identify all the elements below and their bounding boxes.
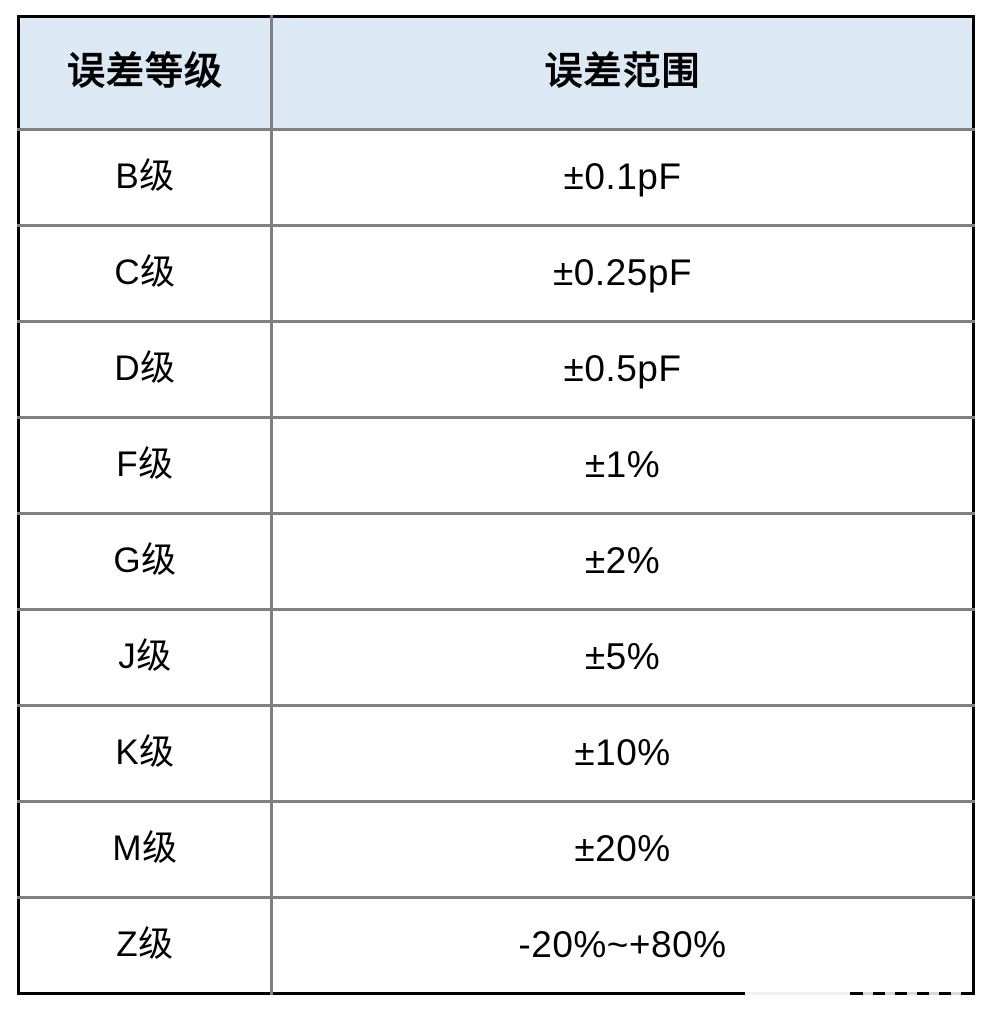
cell-range: ±10% <box>271 705 974 803</box>
header-cell-range: 误差范围 <box>271 16 974 131</box>
cell-range: -20%~+80% <box>518 924 727 966</box>
cell-range: ±0.5pF <box>271 321 974 419</box>
cell-grade: C级 <box>18 225 273 323</box>
cell-range: ±0.1pF <box>271 129 974 227</box>
cell-range: ±5% <box>271 609 974 707</box>
header-row: 误差等级 误差范围 <box>18 16 974 131</box>
table-row: Z级 -20%~+80% <box>18 897 974 994</box>
cell-range: ±0.25pF <box>271 225 974 323</box>
cell-grade: F级 <box>18 417 273 515</box>
table-header: 误差等级 误差范围 <box>18 16 974 131</box>
table-row: D级 ±0.5pF <box>18 321 974 419</box>
table-row: J级 ±5% <box>18 609 974 707</box>
cell-grade: M级 <box>18 801 273 899</box>
table-body: B级 ±0.1pF C级 ±0.25pF D级 ±0.5pF F级 ±1% G级… <box>18 129 974 994</box>
table-row: B级 ±0.1pF <box>18 129 974 227</box>
cell-grade: D级 <box>18 321 273 419</box>
header-cell-grade: 误差等级 <box>18 16 273 131</box>
cell-grade: K级 <box>18 705 273 803</box>
cell-range: ±1% <box>271 417 974 515</box>
table-row: K级 ±10% <box>18 705 974 803</box>
cell-grade: Z级 <box>18 897 273 994</box>
table-row: M级 ±20% <box>18 801 974 899</box>
cell-grade: J级 <box>18 609 273 707</box>
cell-range: ±20% <box>271 801 974 899</box>
tolerance-table: 误差等级 误差范围 B级 ±0.1pF C级 ±0.25pF D级 ±0.5pF… <box>17 15 975 995</box>
table-row: F级 ±1% <box>18 417 974 515</box>
page-root: 误差等级 误差范围 B级 ±0.1pF C级 ±0.25pF D级 ±0.5pF… <box>0 0 988 1010</box>
cell-range: ±2% <box>271 513 974 611</box>
table-row: C级 ±0.25pF <box>18 225 974 323</box>
cell-grade: B级 <box>18 129 273 227</box>
cell-grade: G级 <box>18 513 273 611</box>
table-row: G级 ±2% <box>18 513 974 611</box>
